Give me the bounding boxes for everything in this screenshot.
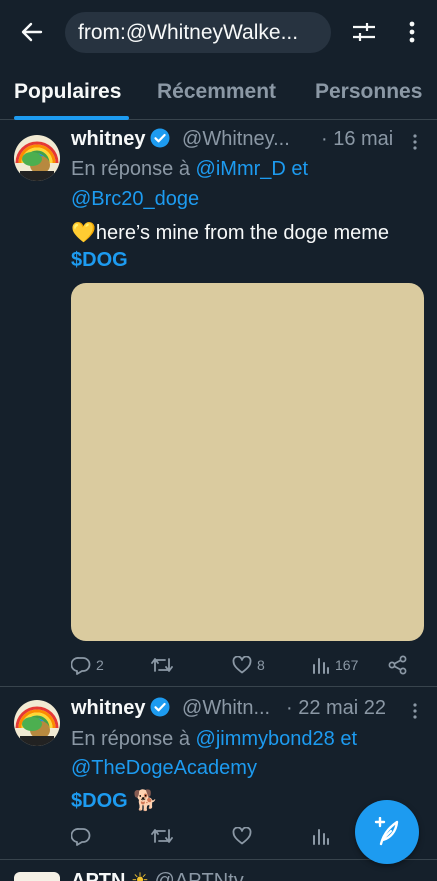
verified-badge-icon	[150, 697, 170, 717]
back-button[interactable]	[16, 16, 48, 48]
retweet-button[interactable]	[151, 824, 178, 848]
mention-link[interactable]: @jimmybond28	[196, 728, 335, 750]
sun-emoji-icon: ☀	[131, 870, 149, 881]
share-icon	[388, 655, 407, 675]
sliders-icon	[353, 23, 375, 41]
retweet-icon	[151, 829, 173, 843]
avatar[interactable]	[14, 700, 60, 746]
tweet-cashtag-line: $DOG	[71, 249, 128, 272]
feather-plus-icon	[374, 817, 399, 846]
reply-and-text: et	[291, 158, 309, 180]
heart-emoji: 💛	[71, 222, 96, 244]
compose-tweet-button[interactable]	[355, 800, 419, 864]
avatar[interactable]	[14, 872, 60, 881]
tweet-more-button[interactable]	[407, 701, 423, 721]
tweet-date[interactable]: · 22 mai 22	[286, 697, 386, 720]
mention-link[interactable]: @Brc20_doge	[71, 188, 199, 210]
reply-icon	[71, 827, 91, 846]
reply-button[interactable]: 2	[71, 653, 104, 677]
retweet-button[interactable]	[151, 653, 178, 677]
tweet-media-image[interactable]	[71, 283, 424, 641]
reply-icon	[71, 656, 91, 675]
like-count: 8	[257, 657, 265, 673]
tweet-text: $DOG 🐕	[71, 788, 158, 813]
tweet-header: whitney @Whitney... · 16 mai	[71, 128, 393, 154]
more-vertical-icon	[409, 21, 415, 43]
retweet-icon	[151, 658, 173, 672]
tab-recemment[interactable]: Récemment	[157, 80, 276, 104]
like-button[interactable]: 8	[232, 653, 265, 677]
author-handle[interactable]: @APTNtv	[155, 870, 244, 881]
active-tab-indicator	[14, 116, 129, 120]
reply-prefix: En réponse à	[71, 728, 190, 750]
tab-personnes[interactable]: Personnes	[315, 80, 422, 104]
tweet-text: 💛here’s mine from the doge meme	[71, 220, 389, 245]
avatar-image	[14, 135, 60, 181]
views-button[interactable]	[312, 824, 335, 848]
search-filters-button[interactable]	[348, 16, 380, 48]
more-options-button[interactable]	[396, 16, 428, 48]
reply-and-text: et	[340, 728, 358, 750]
heart-icon	[232, 827, 252, 845]
search-input[interactable]: from:@WhitneyWalke...	[65, 12, 331, 53]
tweet-header: whitney @Whitn... · 22 mai 22	[71, 697, 386, 723]
top-bar: from:@WhitneyWalke...	[0, 0, 437, 66]
view-count: 167	[335, 657, 359, 673]
reply-context: En réponse à @iMmr_D et	[71, 158, 308, 181]
reply-context-line2: @Brc20_doge	[71, 188, 199, 211]
reply-context-line2: @TheDogeAcademy	[71, 757, 257, 780]
more-vertical-icon	[413, 134, 417, 150]
reply-context: En réponse à @jimmybond28 et	[71, 728, 357, 751]
cashtag-link[interactable]: $DOG	[71, 790, 128, 812]
tweet-header: APTN ☀ @APTNtv	[71, 868, 244, 881]
author-handle[interactable]: @Whitn...	[182, 697, 270, 719]
avatar-image	[14, 700, 60, 746]
views-button[interactable]: 167	[312, 653, 358, 677]
share-button[interactable]	[388, 653, 408, 677]
author-name[interactable]: whitney	[71, 128, 145, 150]
cashtag-link[interactable]: $DOG	[71, 249, 128, 271]
search-tabs: Populaires Récemment Personnes	[0, 66, 437, 120]
arrow-left-icon	[21, 22, 43, 42]
author-handle[interactable]: @Whitney...	[182, 128, 290, 150]
verified-badge-icon	[150, 128, 170, 148]
author-name[interactable]: whitney	[71, 697, 145, 719]
mention-link[interactable]: @iMmr_D	[196, 158, 286, 180]
tweet-more-button[interactable]	[407, 132, 423, 152]
tab-populaires[interactable]: Populaires	[14, 80, 121, 104]
author-name[interactable]: APTN	[71, 870, 125, 881]
bar-chart-icon	[313, 658, 329, 674]
reply-prefix: En réponse à	[71, 158, 190, 180]
tweet-divider	[0, 686, 437, 687]
reply-count: 2	[96, 657, 104, 673]
tweet-date[interactable]: · 16 mai	[321, 128, 393, 151]
tweet-text-body: here’s mine from the doge meme	[95, 222, 390, 244]
like-button[interactable]	[232, 824, 257, 848]
mention-link[interactable]: @TheDogeAcademy	[71, 757, 257, 779]
heart-icon	[232, 656, 252, 674]
reply-button[interactable]	[71, 824, 96, 848]
bar-chart-icon	[313, 829, 329, 845]
dog-emoji: 🐕	[133, 790, 159, 812]
more-vertical-icon	[413, 703, 417, 719]
avatar[interactable]	[14, 135, 60, 181]
